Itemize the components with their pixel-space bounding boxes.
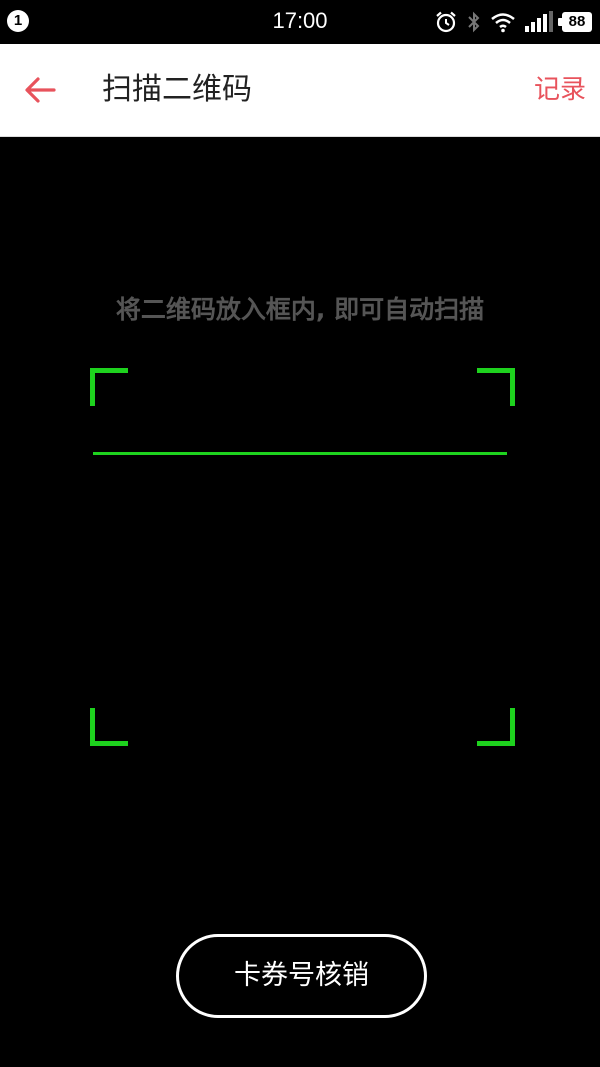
bluetooth-icon <box>468 11 480 33</box>
record-button[interactable]: 记录 <box>534 72 586 108</box>
scan-hint: 将二维码放入框内, 即可自动扫描 <box>115 295 485 324</box>
status-bar: 1 17:00 88 <box>0 0 600 44</box>
page-title: 扫描二维码 <box>102 72 252 107</box>
scan-frame-corner-top-right <box>477 368 515 406</box>
signal-icon <box>525 11 553 32</box>
coupon-verify-button[interactable]: 卡券号核销 <box>176 934 427 1018</box>
scan-frame-corner-bottom-left <box>90 708 128 746</box>
title-bar: 扫描二维码 记录 <box>0 44 600 137</box>
arrow-left-icon <box>25 77 56 103</box>
back-button[interactable] <box>20 70 60 110</box>
screen: 1 17:00 88 扫描二维码 记录 将二维码放入框内, 即可自动扫描 卡券号… <box>0 0 600 1067</box>
status-icons: 88 <box>434 8 592 36</box>
alarm-icon <box>436 11 456 33</box>
wifi-icon <box>491 13 515 33</box>
scan-line <box>93 452 507 455</box>
camera-preview: 将二维码放入框内, 即可自动扫描 卡券号核销 <box>0 137 600 1067</box>
battery-icon: 88 <box>558 12 592 32</box>
scan-frame-corner-top-left <box>90 368 128 406</box>
scan-frame-corner-bottom-right <box>477 708 515 746</box>
